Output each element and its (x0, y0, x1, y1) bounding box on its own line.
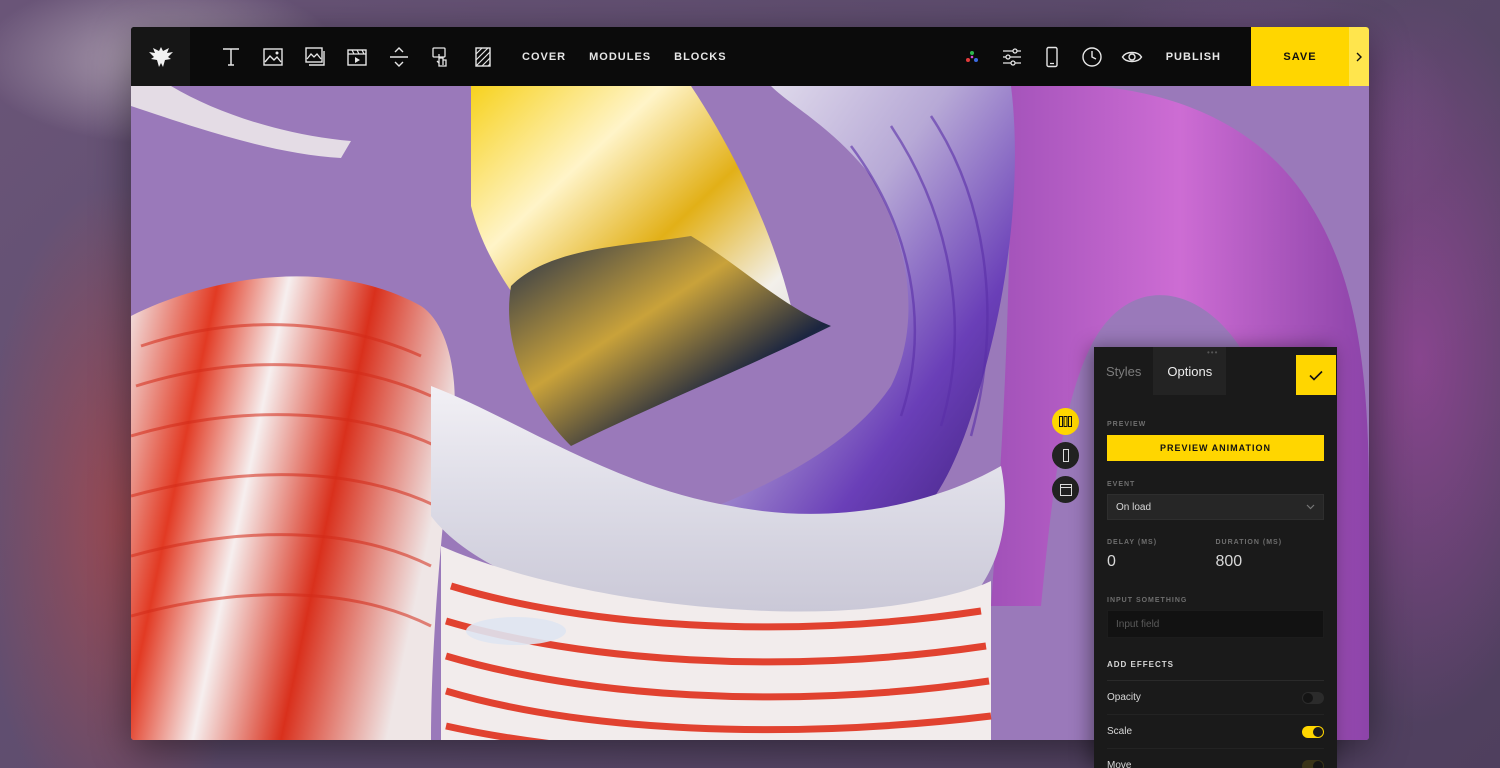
event-select-value: On load (1116, 501, 1152, 513)
video-icon (347, 48, 367, 66)
cover-link[interactable]: COVER (522, 51, 566, 63)
preview-animation-button[interactable]: PREVIEW ANIMATION (1107, 435, 1324, 461)
duration-input[interactable]: 800 (1216, 553, 1325, 571)
event-label: EVENT (1107, 481, 1136, 488)
confirm-button[interactable] (1296, 355, 1336, 395)
chevron-down-icon (1306, 504, 1315, 510)
image-icon (263, 47, 283, 66)
image-tool-button[interactable] (252, 36, 294, 78)
eagle-logo-icon (148, 46, 173, 67)
column-view-toggle[interactable] (1052, 442, 1079, 469)
save-button[interactable]: SAVE (1251, 27, 1349, 86)
gallery-tool-button[interactable] (294, 36, 336, 78)
scale-toggle[interactable] (1302, 725, 1324, 738)
delay-label: DELAY (MS) (1107, 539, 1158, 546)
duration-label: DURATION (MS) (1215, 539, 1283, 546)
spacer-icon (390, 46, 408, 67)
check-icon (1309, 370, 1323, 381)
top-toolbar: COVER MODULES BLOCKS PUBLISH SAVE (131, 27, 1369, 86)
button-tool-button[interactable] (420, 36, 462, 78)
modules-link[interactable]: MODULES (589, 51, 651, 63)
right-tools: PUBLISH SAVE (952, 27, 1369, 86)
expand-button[interactable] (1349, 27, 1369, 86)
opacity-toggle[interactable] (1302, 691, 1324, 704)
frame-view-icon (1059, 483, 1072, 496)
add-effects-label: ADD EFFECTS (1107, 660, 1324, 681)
duration-field: DURATION (MS) 800 (1216, 539, 1325, 571)
app-logo[interactable] (131, 27, 190, 86)
preview-label: PREVIEW (1107, 421, 1147, 428)
timing-fields: DELAY (MS) 0 DURATION (MS) 800 (1107, 539, 1324, 571)
panel-drag-handle[interactable]: ••• (1207, 348, 1218, 357)
layout-toggles (1052, 408, 1079, 503)
effect-label: Move (1107, 760, 1132, 768)
something-input[interactable] (1107, 610, 1324, 638)
input-something-label: INPUT SOMETHING (1107, 597, 1188, 604)
delay-field: DELAY (MS) 0 (1107, 539, 1216, 571)
hand-pointer-icon (432, 46, 447, 67)
grid-view-toggle[interactable] (1052, 408, 1079, 435)
eye-icon (1121, 51, 1143, 62)
effect-label: Scale (1107, 726, 1133, 737)
video-tool-button[interactable] (336, 36, 378, 78)
effect-row-move: Move (1107, 749, 1324, 768)
grid-view-icon (1059, 416, 1072, 427)
frame-view-toggle[interactable] (1052, 476, 1079, 503)
effect-row-opacity: Opacity (1107, 681, 1324, 715)
history-button[interactable] (1072, 36, 1112, 78)
publish-button[interactable]: PUBLISH (1166, 51, 1221, 63)
hatch-icon (475, 46, 491, 67)
preview-button[interactable] (1112, 36, 1152, 78)
sliders-icon (1002, 47, 1021, 66)
color-button[interactable] (952, 36, 992, 78)
color-dots-icon (965, 50, 978, 62)
event-select[interactable]: On load (1107, 494, 1324, 520)
text-tool-button[interactable] (210, 36, 252, 78)
mobile-preview-button[interactable] (1032, 36, 1072, 78)
mobile-icon (1046, 46, 1058, 67)
chevron-right-icon (1356, 52, 1362, 61)
effect-row-scale: Scale (1107, 715, 1324, 749)
effect-label: Opacity (1107, 692, 1141, 703)
spacer-tool-button[interactable] (378, 36, 420, 78)
panel-body: PREVIEW PREVIEW ANIMATION EVENT On load … (1094, 395, 1337, 768)
blocks-link[interactable]: BLOCKS (674, 51, 726, 63)
clock-icon (1082, 46, 1102, 67)
tool-icons (210, 36, 504, 78)
move-toggle[interactable] (1302, 759, 1324, 768)
tab-styles[interactable]: Styles (1094, 347, 1153, 395)
settings-button[interactable] (992, 36, 1032, 78)
column-view-icon (1062, 449, 1069, 462)
gallery-icon (305, 46, 325, 66)
pattern-tool-button[interactable] (462, 36, 504, 78)
text-icon (223, 47, 239, 66)
options-panel: ••• Styles Options PREVIEW PREVIEW ANIMA… (1094, 347, 1337, 768)
delay-input[interactable]: 0 (1107, 553, 1216, 571)
